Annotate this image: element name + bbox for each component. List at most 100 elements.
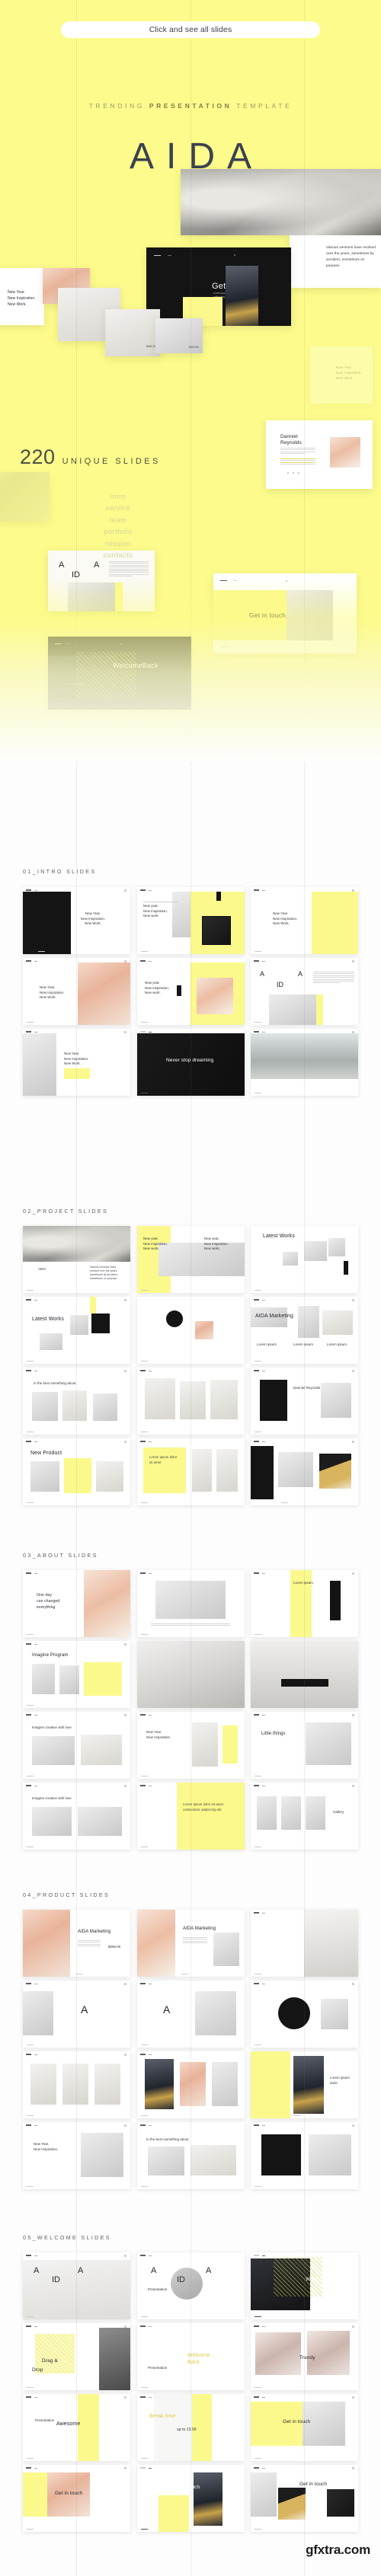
slide-card[interactable]: Lorem ipsum dolor sit amet consectetur a… xyxy=(137,1783,245,1850)
slide-card[interactable]: In the best something about xyxy=(23,1368,130,1435)
hero-slide-chair-3[interactable]: $23.90 xyxy=(155,318,203,353)
slide-text: Imagine creative with love xyxy=(32,1796,72,1800)
slide-card[interactable]: A xyxy=(23,1981,130,2048)
slide-text: AIDA Marketing xyxy=(255,1314,294,1319)
slide-card[interactable] xyxy=(251,2122,358,2189)
slide-card[interactable]: New Year. New Inspiration. xyxy=(137,1712,245,1779)
slide-card[interactable]: Lorem ipsum dolor xyxy=(251,2051,358,2118)
slide-card[interactable] xyxy=(23,2051,130,2118)
slide-card[interactable]: New year. New inspiration. New work. xyxy=(137,887,245,954)
slide-card[interactable]: New Year. New Inspiration. New Work. xyxy=(23,887,130,954)
hero-slide-touch-white[interactable]: Get in touch xyxy=(213,573,357,653)
slide-text: Little things xyxy=(261,1732,286,1736)
slide-card[interactable]: Little things xyxy=(251,1712,358,1779)
slide-card[interactable] xyxy=(251,1910,358,1977)
slide-card[interactable]: New Year. New Inspiration. xyxy=(23,2122,130,2189)
slide-card[interactable]: New year. New inspiration. New work. xyxy=(137,958,245,1025)
keyword-item: team xyxy=(109,516,127,525)
slide-card[interactable]: Gallery xyxy=(251,1783,358,1850)
slide-text: WelcomeBack xyxy=(306,2277,338,2282)
slide-card[interactable]: New Year. New Inspiration. New Work. xyxy=(23,958,130,1025)
slide-card[interactable] xyxy=(137,1641,245,1708)
hero-slide-profile[interactable]: Danniel Reynolds xyxy=(266,420,373,489)
eyebrow-mid: PRESENTATION xyxy=(149,102,232,110)
slide-text: New Product xyxy=(30,1451,62,1456)
slide-note: Various versions have evolved over the y… xyxy=(90,1266,118,1281)
slide-text: New Year. New Inspiration. xyxy=(146,1730,171,1739)
slide-card[interactable]: Latest Works xyxy=(23,1297,130,1364)
slide-card[interactable]: Get in touch xyxy=(137,2465,245,2532)
slide-card[interactable] xyxy=(137,1368,245,1435)
slide-card[interactable]: Presentation Awesome xyxy=(23,2394,130,2461)
slide-card[interactable]: A ID A xyxy=(23,2252,130,2319)
slide-price: $269.00 xyxy=(108,1945,121,1949)
slide-card[interactable]: Trendy xyxy=(251,2323,358,2390)
slide-text: New Year. New Inspiration. New Work. xyxy=(273,911,298,926)
slide-card[interactable]: A ID A xyxy=(251,958,358,1025)
slide-card[interactable]: New year. New inspiration. New work. New… xyxy=(137,1226,245,1293)
page-root: Various versions have evolved over the y… xyxy=(0,0,381,2576)
see-all-slides-button[interactable]: Click and see all slides xyxy=(61,21,320,38)
hero-quote-text: Various versions have evolved over the y… xyxy=(326,245,376,268)
hero-slide-chair-2[interactable]: $55.00 xyxy=(105,309,160,356)
slide-card[interactable]: Welcome Back Presentation xyxy=(137,2323,245,2390)
slide-text: New Year. New Inspiration. xyxy=(34,2142,59,2151)
stat-label: UNIQUE SLIDES xyxy=(62,457,161,466)
hero-slide-faded[interactable]: New Year. New Inspiration. New Work. xyxy=(310,346,373,404)
slide-card[interactable] xyxy=(137,1297,245,1364)
hero-new-year-text: New Year. New Inspiration. New Work. xyxy=(8,290,36,307)
slide-card[interactable]: AIDA Marketing xyxy=(137,1910,245,1977)
slide-card[interactable]: Lorem ipsum xyxy=(251,1570,358,1637)
slide-card[interactable]: Lorem ipsum dolor sit amet xyxy=(137,1438,245,1505)
stat-number: 220 xyxy=(20,445,56,468)
hero-slide-new-year[interactable]: New Year. New Inspiration. New Work. xyxy=(0,268,44,325)
slide-card[interactable] xyxy=(251,1438,358,1505)
slide-card[interactable] xyxy=(251,1641,358,1708)
hero-slide-quote[interactable]: Various versions have evolved over the y… xyxy=(290,235,381,288)
slide-text: AIDA Marketing xyxy=(78,1930,111,1934)
slide-card[interactable]: Imagine creative with love xyxy=(23,1712,130,1779)
slide-card[interactable]: Imagine creative with love xyxy=(23,1783,130,1850)
slide-card[interactable]: Get in touch xyxy=(251,2465,358,2532)
slide-card[interactable]: AIDA Marketing $269.00 xyxy=(23,1910,130,1977)
slide-card[interactable]: In the best something about xyxy=(137,2122,245,2189)
slide-card[interactable]: AIDA Marketing Lorem ipsum Lorem ipsum L… xyxy=(251,1297,358,1364)
slide-card[interactable]: Never stop dreaming xyxy=(137,1029,245,1096)
hero-profile-photo xyxy=(330,437,360,468)
hero-model-photo xyxy=(226,266,258,326)
hero-slide-get-in-touch[interactable]: Get in touch Lorem ipsum dolor sit amet … xyxy=(146,247,291,326)
slide-card[interactable] xyxy=(137,1570,245,1637)
slide-card[interactable]: Break time up to 13.00 xyxy=(137,2394,245,2461)
slide-card[interactable]: AIDA Various versions have evolved over … xyxy=(23,1226,130,1293)
hero-slide-welcome[interactable]: WelcomeBack Lorem ipsum dolor xyxy=(48,637,191,710)
slide-card[interactable]: One day can changed everything xyxy=(23,1570,130,1637)
slide-text: Get in touch xyxy=(172,2485,200,2490)
slide-card[interactable]: Drag & Drop xyxy=(23,2323,130,2390)
slide-card[interactable]: Get in touch xyxy=(251,2394,358,2461)
letter-a-1: A xyxy=(59,560,65,570)
slide-card[interactable]: Imagine Program xyxy=(23,1641,130,1708)
slide-card[interactable]: Latest Works xyxy=(251,1226,358,1293)
hero-welcome-stripes xyxy=(76,652,136,699)
slide-card[interactable]: New Year. New Inspiration. New Work. xyxy=(23,1029,130,1096)
hero-slide-hands[interactable] xyxy=(181,169,381,235)
slide-text: New Year. New Inspiration. New Work. xyxy=(64,1052,89,1066)
slide-card[interactable]: New Product xyxy=(23,1438,130,1505)
slide-card[interactable]: WelcomeBack xyxy=(251,2252,358,2319)
stat-block: 220 UNIQUE SLIDES xyxy=(20,445,161,469)
slide-card[interactable]: A ID A Presentation xyxy=(137,2252,245,2319)
slide-card[interactable] xyxy=(137,2051,245,2118)
slide-card[interactable] xyxy=(251,1981,358,2048)
slide-text-b: Drop xyxy=(32,2367,43,2373)
slide-text: Latest Works xyxy=(263,1234,295,1239)
slide-card[interactable]: Danniel Reynolds xyxy=(251,1368,358,1435)
slide-text: Trendy xyxy=(299,2355,315,2361)
hero-slide-your-project[interactable]: Your project Various versions have evolv… xyxy=(190,758,372,761)
eyebrow-pre: TRENDING xyxy=(88,102,149,110)
slide-text: Break time xyxy=(149,2414,176,2419)
slide-card[interactable] xyxy=(251,1029,358,1096)
slide-card[interactable]: A xyxy=(137,1981,245,2048)
slide-card[interactable]: New Year. New Inspiration. New Work. xyxy=(251,887,358,954)
slide-card[interactable]: Get in touch xyxy=(23,2465,130,2532)
slide-note: up to 13.00 xyxy=(177,2428,197,2432)
